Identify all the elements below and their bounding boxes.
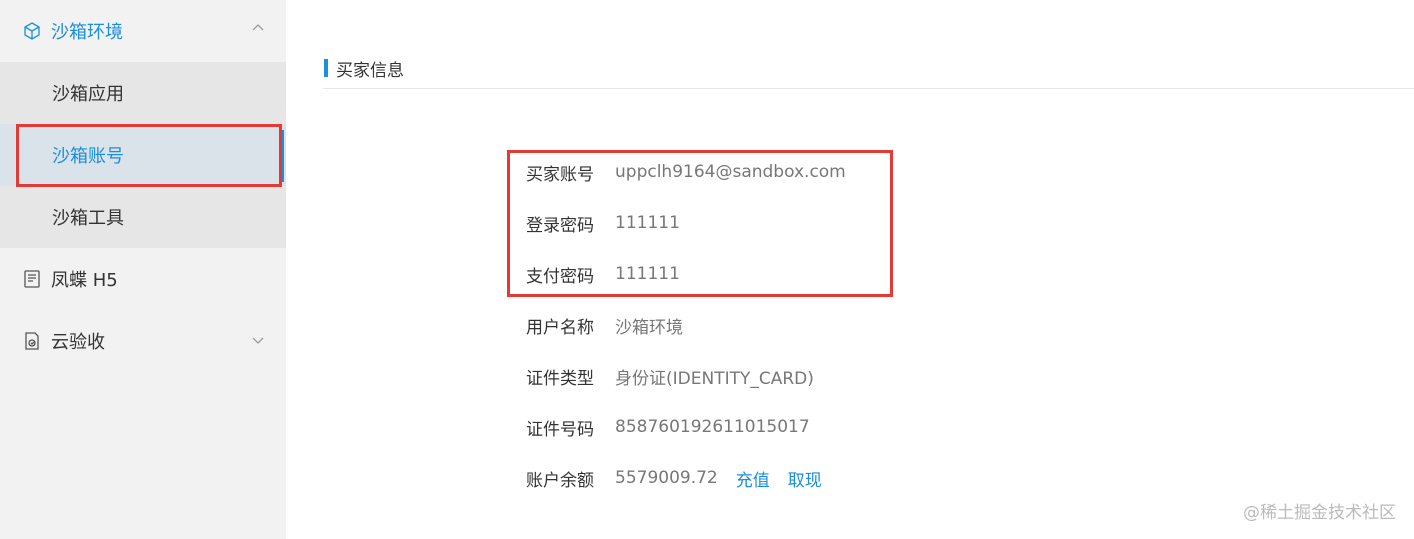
watermark: @稀土掘金技术社区 xyxy=(1243,503,1396,523)
info-row-pay-password: 支付密码 111111 xyxy=(526,262,680,287)
sidebar-item-label: 沙箱账号 xyxy=(52,146,124,167)
sidebar: 沙箱环境 沙箱应用 沙箱账号 沙箱工具 凤蝶 H5 云验收 xyxy=(0,0,286,539)
info-value: 沙箱环境 xyxy=(615,317,683,338)
nav-group-sandbox-env[interactable]: 沙箱环境 xyxy=(0,0,286,62)
sidebar-item-sandbox-tools[interactable]: 沙箱工具 xyxy=(0,186,286,248)
info-value: uppclh9164@sandbox.com xyxy=(615,162,846,182)
sidebar-item-label: 凤蝶 H5 xyxy=(51,270,118,291)
info-row-id-type: 证件类型 身份证(IDENTITY_CARD) xyxy=(526,364,814,389)
recharge-link[interactable]: 充值 xyxy=(736,466,770,491)
info-label: 账户余额 xyxy=(526,470,594,491)
info-row-balance: 账户余额 5579009.72 充值 取现 xyxy=(526,466,822,491)
info-value: 5579009.72 xyxy=(615,468,718,488)
sidebar-item-fengdie-h5[interactable]: 凤蝶 H5 xyxy=(0,248,286,310)
cube-icon xyxy=(22,21,42,41)
main-content: 买家信息 买家账号 uppclh9164@sandbox.com 登录密码 11… xyxy=(286,0,1414,539)
chevron-up-icon[interactable] xyxy=(250,20,266,41)
section-title: 买家信息 xyxy=(324,57,404,81)
section-title-text: 买家信息 xyxy=(336,60,404,81)
nav-sub-list: 沙箱应用 沙箱账号 沙箱工具 xyxy=(0,62,286,248)
info-label: 登录密码 xyxy=(526,215,594,236)
info-row-id-number: 证件号码 858760192611015017 xyxy=(526,415,810,440)
divider xyxy=(323,88,1414,89)
info-row-login-password: 登录密码 111111 xyxy=(526,211,680,236)
sidebar-item-label: 云验收 xyxy=(51,332,105,353)
info-label: 买家账号 xyxy=(526,164,594,185)
info-label: 证件号码 xyxy=(526,419,594,440)
chevron-down-icon[interactable] xyxy=(250,332,266,353)
sidebar-item-label: 沙箱工具 xyxy=(52,208,124,229)
sidebar-item-label: 沙箱应用 xyxy=(52,84,124,105)
sidebar-item-sandbox-account[interactable]: 沙箱账号 xyxy=(0,124,286,187)
info-value: 身份证(IDENTITY_CARD) xyxy=(615,368,814,389)
info-value: 858760192611015017 xyxy=(615,417,810,437)
info-row-buyer-account: 买家账号 uppclh9164@sandbox.com xyxy=(526,160,846,185)
document-check-icon xyxy=(22,331,42,351)
sidebar-item-sandbox-app[interactable]: 沙箱应用 xyxy=(0,62,286,124)
active-indicator xyxy=(279,130,284,182)
title-accent-bar xyxy=(324,59,328,77)
info-label: 支付密码 xyxy=(526,266,594,287)
sidebar-item-cloud-acceptance[interactable]: 云验收 xyxy=(0,310,286,372)
info-row-user-name: 用户名称 沙箱环境 xyxy=(526,313,683,338)
h5-page-icon xyxy=(22,269,42,289)
withdraw-link[interactable]: 取现 xyxy=(788,466,822,491)
info-label: 用户名称 xyxy=(526,317,594,338)
nav-group-label: 沙箱环境 xyxy=(51,22,123,43)
info-value: 111111 xyxy=(615,264,680,284)
info-label: 证件类型 xyxy=(526,368,594,389)
info-value: 111111 xyxy=(615,213,680,233)
